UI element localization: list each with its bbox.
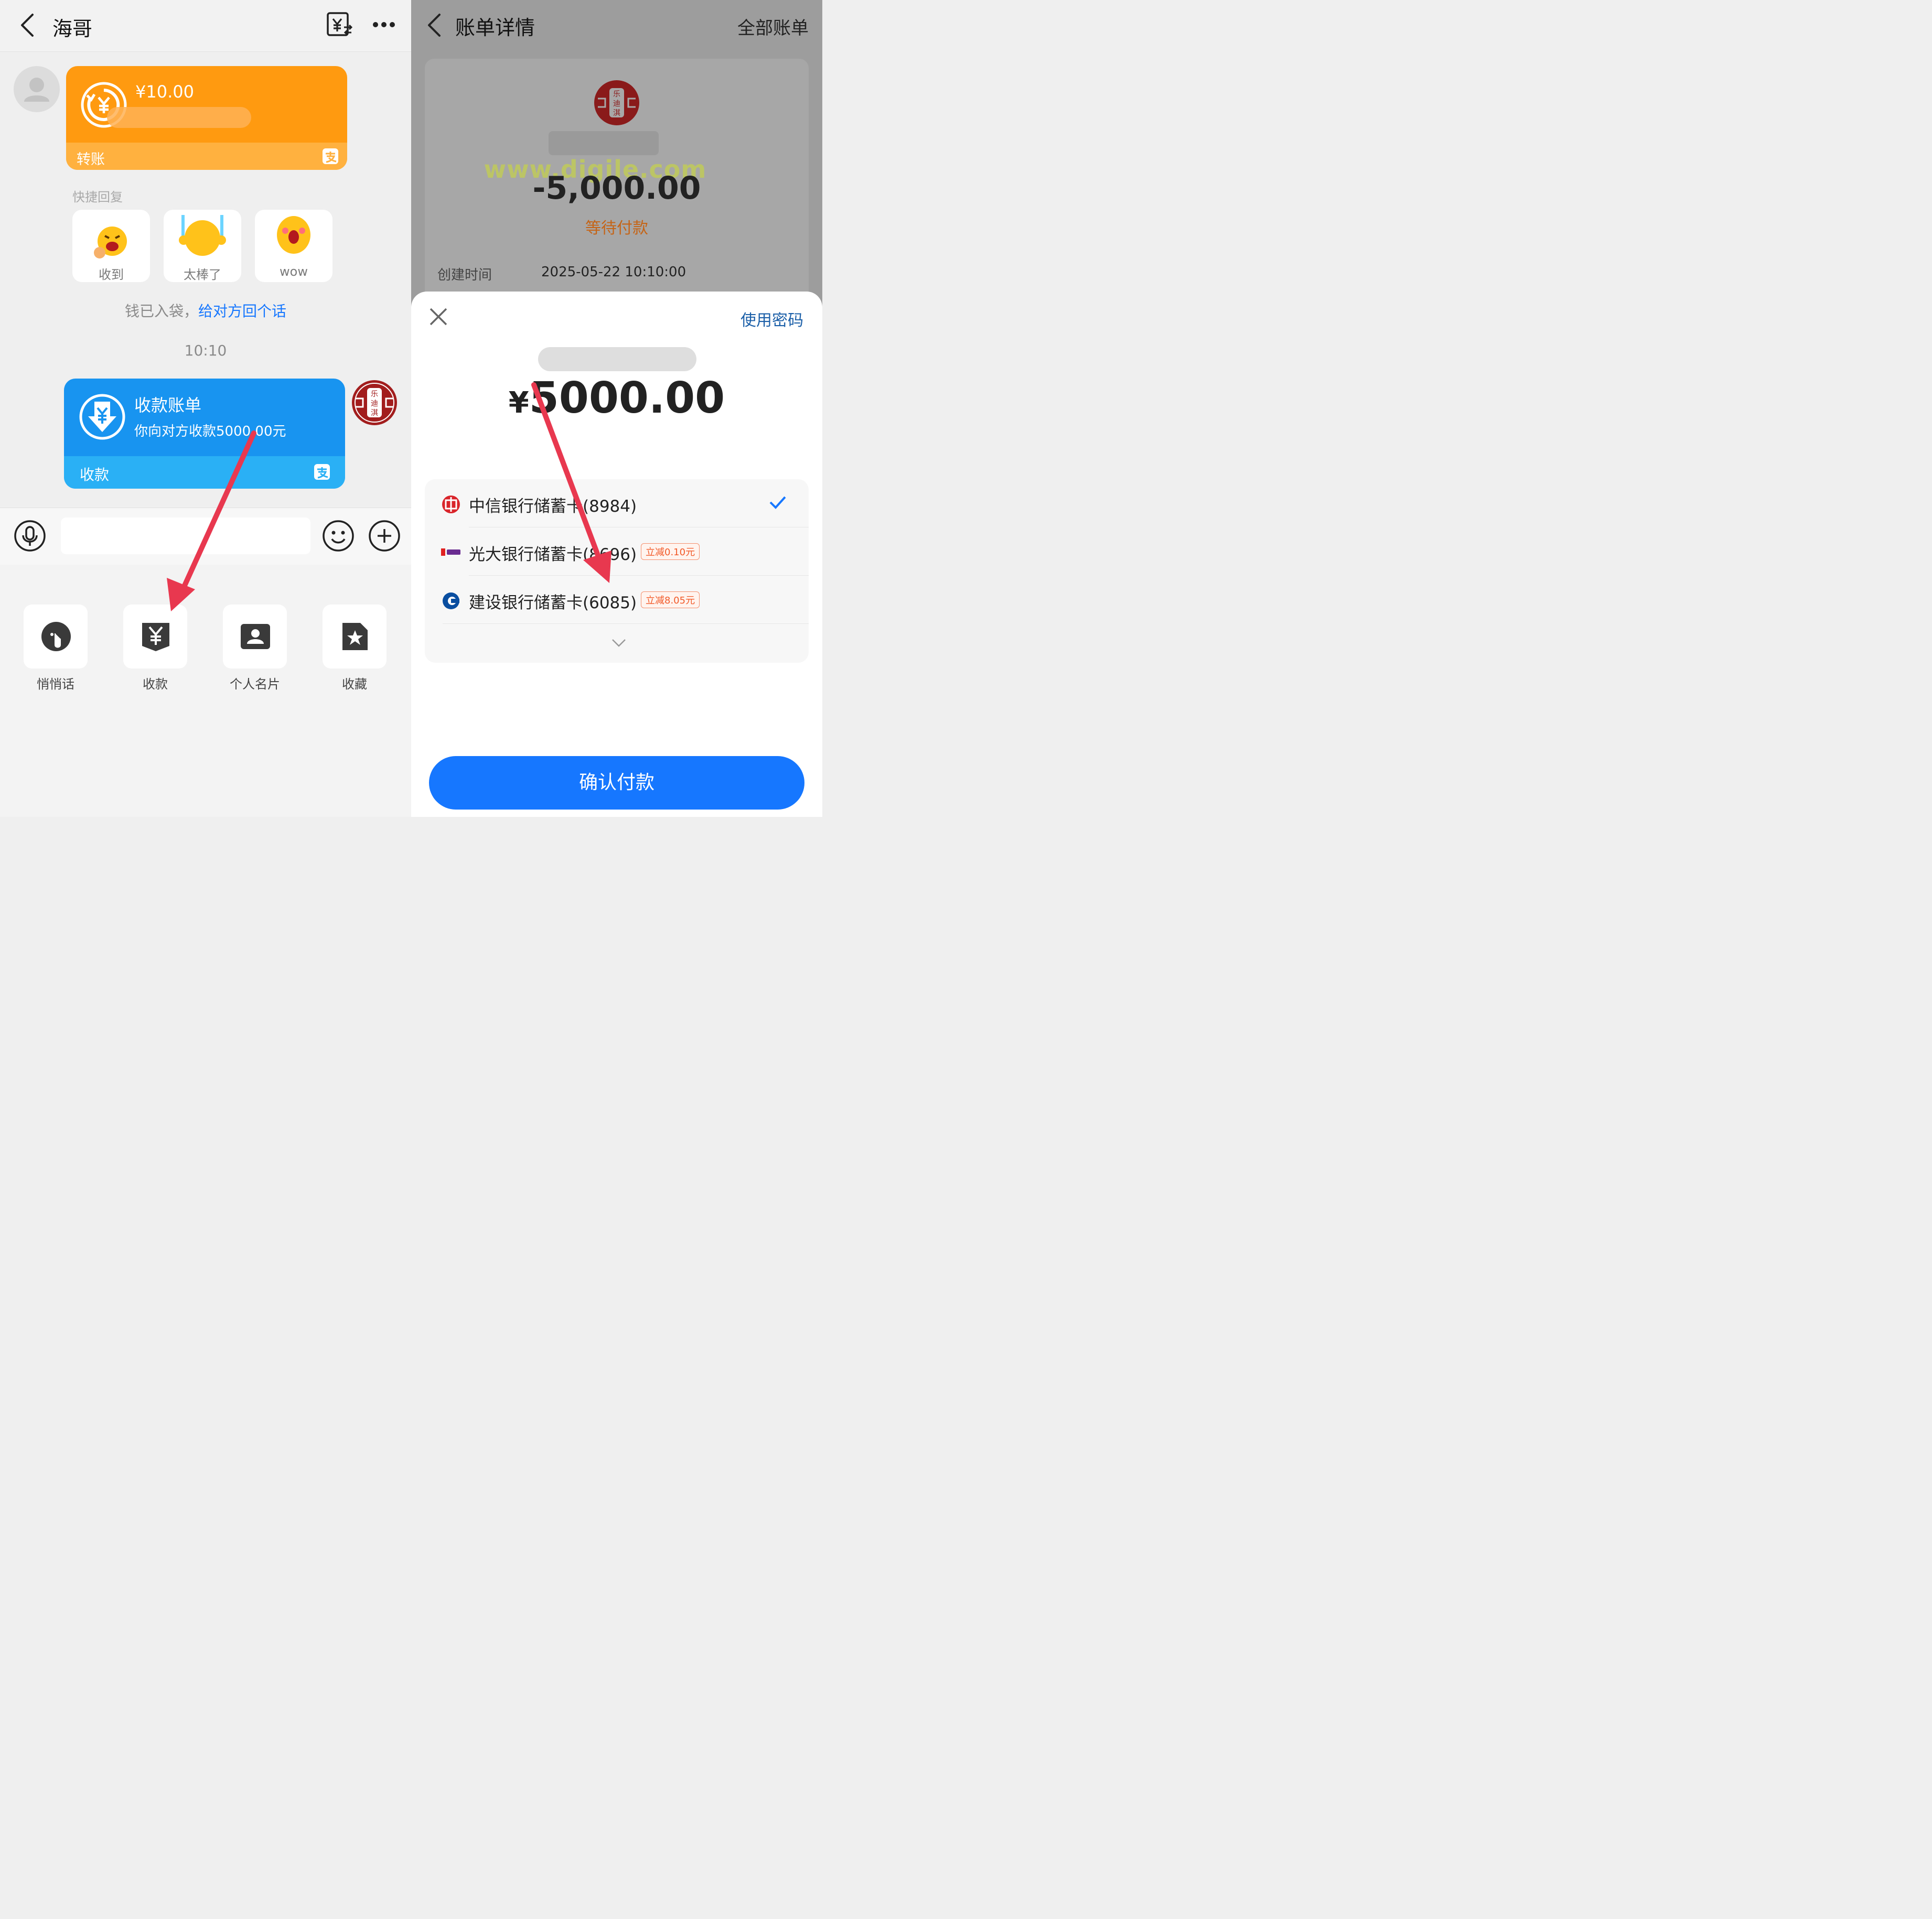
seal-char: 淇 [613, 109, 620, 117]
reply-link[interactable]: 给对方回个话 [198, 303, 286, 320]
seal-char: 迪 [371, 400, 378, 408]
close-icon[interactable] [429, 307, 448, 326]
transfer-bubble[interactable]: ¥10.00 转账 [66, 66, 347, 170]
transfer-amount: ¥10.00 [135, 82, 194, 102]
currency-symbol: ¥ [508, 386, 529, 420]
quick-reply-label: wow [280, 264, 308, 279]
payment-amount: ¥5000.00 [411, 373, 822, 423]
seal-char: 乐 [613, 90, 620, 99]
contact-card-icon [240, 621, 271, 652]
tray-label: 收款 [143, 677, 168, 692]
seal-char: 淇 [371, 409, 378, 417]
transfer-footer-label: 转账 [77, 152, 105, 168]
seal-char: 迪 [613, 100, 620, 108]
microphone-icon[interactable] [14, 520, 46, 552]
all-bills-link[interactable]: 全部账单 [737, 14, 809, 39]
confirm-payment-button[interactable]: 确认付款 [429, 756, 804, 810]
quick-reply-label: 收到 [99, 267, 124, 282]
quick-reply-wow[interactable]: wow [255, 210, 332, 282]
card-label: 中信银行储蓄卡(8984) [469, 497, 637, 516]
bill-amount: -5,000.00 [532, 170, 701, 207]
quick-reply-received[interactable]: 收到 [72, 210, 150, 282]
bill-status: 等待付款 [585, 219, 648, 238]
notice-text: 钱已入袋， [124, 303, 198, 320]
whisper-button[interactable] [24, 605, 88, 669]
card-label: 光大银行储蓄卡(8696) [469, 545, 637, 564]
quick-reply-title: 快捷回复 [72, 190, 123, 204]
collect-footer: 收款 [64, 456, 345, 489]
tray-label: 个人名片 [230, 677, 280, 692]
created-time-label: 创建时间 [437, 267, 492, 283]
created-time-value: 2025-05-22 10:10:00 [541, 264, 686, 280]
seal-avatar[interactable]: 乐 迪 淇 [351, 380, 398, 426]
card-label: 建设银行储蓄卡(6085) [469, 594, 637, 612]
quick-reply-label: 太棒了 [184, 267, 221, 282]
collect-yuan-icon [140, 621, 171, 652]
favorite-button[interactable] [323, 605, 387, 669]
collect-subtitle: 你向对方收款5000.00元 [134, 424, 286, 439]
promo-badge: 立减8.05元 [641, 591, 700, 608]
promo-badge: 立减0.10元 [641, 543, 700, 560]
collect-title: 收款账单 [134, 395, 202, 415]
transfer-footer: 转账 [66, 143, 347, 170]
message-input[interactable] [61, 518, 310, 554]
received-notice: 钱已入袋，给对方回个话 [0, 300, 411, 321]
bill-summary-card: 乐 迪 淇 www.digile.com -5,000.00 等待付款 创建时间… [425, 59, 809, 300]
chat-header: 海哥 [0, 0, 411, 52]
yuan-bill-icon[interactable] [326, 12, 352, 38]
amount-value: 5000.00 [529, 373, 725, 423]
payment-card-list: 中信银行储蓄卡(8984) 光大银行储蓄卡(8696) 立减0.10元 建设银行… [425, 479, 809, 663]
favorite-star-icon [339, 621, 371, 652]
merchant-seal-logo: 乐 迪 淇 [594, 80, 640, 126]
plus-circle-icon[interactable] [368, 520, 401, 552]
cheering-emoji-icon [177, 214, 228, 258]
whisper-icon [40, 621, 72, 652]
message-input-bar [0, 508, 411, 565]
more-dots-icon[interactable] [372, 21, 395, 28]
tray-label: 悄悄话 [37, 677, 74, 692]
alipay-logo-icon [322, 148, 339, 165]
sender-avatar[interactable] [14, 66, 60, 112]
ceb-bank-icon [441, 544, 461, 559]
bill-detail-title: 账单详情 [455, 16, 535, 39]
back-chevron-icon[interactable] [19, 13, 35, 38]
smiley-icon[interactable] [322, 520, 355, 552]
contact-card-button[interactable] [223, 605, 287, 669]
checkmark-icon [769, 495, 787, 510]
back-chevron-icon[interactable] [426, 13, 442, 38]
collect-yuan-down-icon [79, 393, 126, 440]
citic-bank-icon [442, 495, 460, 514]
payment-sheet: 使用密码 ¥5000.00 中信银行储蓄卡(8984) 光大银行储蓄卡(8696 [411, 292, 822, 817]
redacted-note [107, 107, 251, 128]
message-timestamp: 10:10 [184, 342, 227, 359]
alipay-logo-icon [314, 463, 330, 480]
card-option-ccb[interactable]: 建设银行储蓄卡(6085) 立减8.05元 [425, 576, 809, 624]
tray-label: 收藏 [342, 677, 367, 692]
quick-reply-great[interactable]: 太棒了 [164, 210, 241, 282]
card-option-citic[interactable]: 中信银行储蓄卡(8984) [425, 479, 809, 527]
collect-footer-label: 收款 [80, 466, 110, 483]
feature-tray: 悄悄话 收款 个人名片 收藏 [0, 565, 411, 817]
card-option-ceb[interactable]: 光大银行储蓄卡(8696) 立减0.10元 [425, 527, 809, 576]
redacted-payee [538, 347, 696, 371]
wow-emoji-icon [275, 213, 313, 255]
row-divider [443, 623, 809, 624]
use-password-link[interactable]: 使用密码 [740, 307, 803, 330]
redacted-merchant-name [549, 131, 659, 155]
expand-chevron-down-icon[interactable] [611, 639, 626, 647]
seal-char: 乐 [371, 390, 378, 398]
collect-button[interactable] [123, 605, 187, 669]
collect-bill-bubble[interactable]: 收款账单 你向对方收款5000.00元 收款 [64, 379, 345, 489]
chat-panel: 海哥 ¥10.00 转账 快捷回复 收到 太棒了 wow 钱已入袋，给对方回个话… [0, 0, 411, 817]
shouting-emoji-icon [92, 224, 130, 262]
chat-title: 海哥 [52, 17, 93, 40]
bill-detail-panel: 账单详情 全部账单 乐 迪 淇 www.digile.com -5,000.00… [411, 0, 822, 817]
ccb-bank-icon [442, 591, 460, 610]
